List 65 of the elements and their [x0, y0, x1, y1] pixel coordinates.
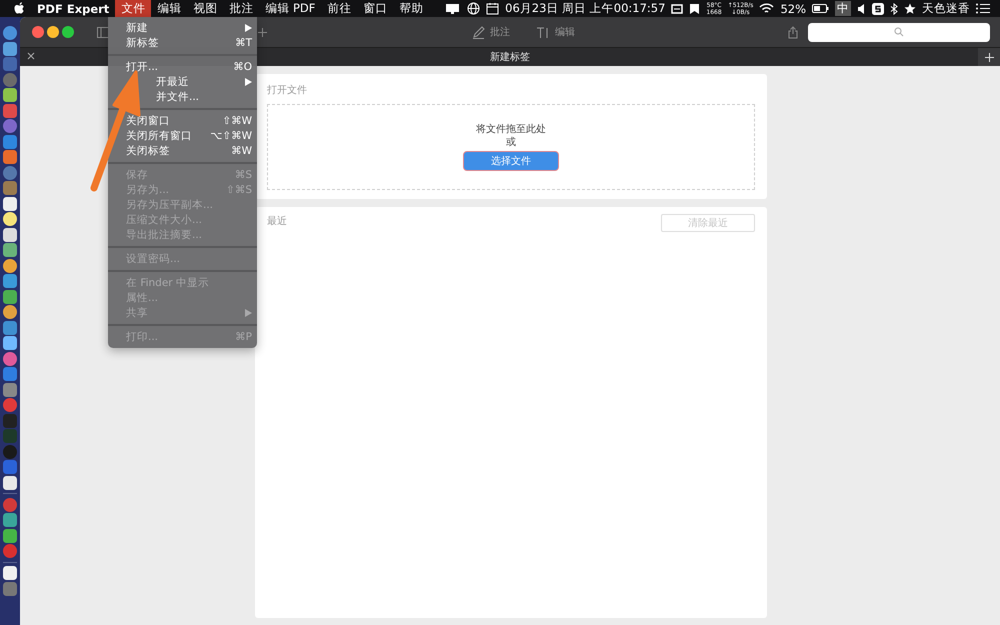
bluetooth-icon: [890, 2, 898, 14]
speaker-icon: [857, 4, 866, 14]
zoom-button[interactable]: [62, 26, 74, 38]
or-text: 或: [506, 136, 516, 149]
app-icon[interactable]: [3, 42, 17, 56]
choose-file-button[interactable]: 选择文件: [463, 151, 559, 171]
menu-item[interactable]: 视图: [187, 0, 224, 17]
menu-item[interactable]: 文件: [115, 0, 152, 17]
close-icon[interactable]: [27, 52, 35, 60]
app-icon[interactable]: [3, 305, 17, 319]
add-icon[interactable]: [258, 28, 267, 36]
apple-icon: [14, 2, 25, 15]
menu-item[interactable]: 新标签 ⌘T: [108, 35, 257, 50]
list-icon: [976, 3, 990, 14]
text-icon: [536, 26, 550, 38]
menu-item[interactable]: 批注: [223, 0, 260, 17]
wifi-icon: [759, 3, 774, 14]
menu-item[interactable]: 关闭所有窗口 ⌥⇧⌘W: [108, 128, 257, 143]
app-icon[interactable]: [3, 566, 17, 580]
app-icon[interactable]: [3, 88, 17, 102]
toolbar-button[interactable]: 编辑: [536, 25, 575, 39]
app-icon[interactable]: [3, 476, 17, 490]
display-icon: [445, 2, 462, 14]
app-icon[interactable]: [3, 290, 17, 304]
search-icon: [894, 27, 904, 37]
menu-item[interactable]: 关闭窗口 ⇧⌘W: [108, 113, 257, 128]
menu-item[interactable]: 编辑 PDF: [259, 0, 322, 17]
battery-icon: [812, 4, 829, 13]
drop-hint: 将文件拖至此处: [476, 123, 546, 136]
app-icon[interactable]: [3, 228, 17, 242]
bookmark-icon: [689, 2, 700, 14]
menu-item[interactable]: 前往: [321, 0, 358, 17]
share-icon[interactable]: [788, 26, 798, 38]
app-icon[interactable]: [3, 528, 17, 542]
calendar-icon: [486, 2, 500, 15]
menu-item[interactable]: 帮助: [393, 0, 430, 17]
tray-icon: [671, 4, 684, 14]
menu-item[interactable]: 开最近: [108, 74, 257, 89]
app-icon[interactable]: [3, 243, 17, 257]
input-method-indicator[interactable]: 中: [835, 1, 851, 16]
app-icon[interactable]: [3, 212, 17, 226]
globe-icon: [467, 2, 480, 15]
close-button[interactable]: [32, 26, 44, 38]
drop-zone[interactable]: 将文件拖至此处 或 选择文件: [267, 104, 755, 190]
star-icon: [904, 2, 916, 14]
menu-item[interactable]: 编辑: [151, 0, 188, 17]
toolbar-button[interactable]: 批注: [472, 25, 510, 39]
minimize-button[interactable]: [47, 26, 59, 38]
app-icon[interactable]: [3, 336, 17, 350]
panel-title: 最近: [267, 214, 287, 228]
app-name: PDF Expert: [37, 2, 110, 16]
menu-item[interactable]: 窗口: [357, 0, 394, 17]
menu-item[interactable]: 打开... ⌘O: [108, 59, 257, 74]
user-name: 天色迷香: [922, 1, 970, 16]
battery-percent: 52%: [780, 2, 806, 16]
search-field[interactable]: [808, 22, 990, 42]
menu-item[interactable]: 并文件...: [108, 89, 257, 104]
app-icon[interactable]: [3, 258, 17, 272]
app-icon[interactable]: [3, 196, 17, 210]
panel-title: 打开文件: [267, 84, 308, 97]
menu-item[interactable]: 新建: [108, 20, 257, 35]
app-s-icon: [872, 2, 884, 14]
pen-icon: [472, 26, 485, 38]
clock-text: 06月23日 周日 上午00:17:57: [505, 1, 666, 16]
menu-item[interactable]: 关闭标签 ⌘W: [108, 143, 257, 158]
